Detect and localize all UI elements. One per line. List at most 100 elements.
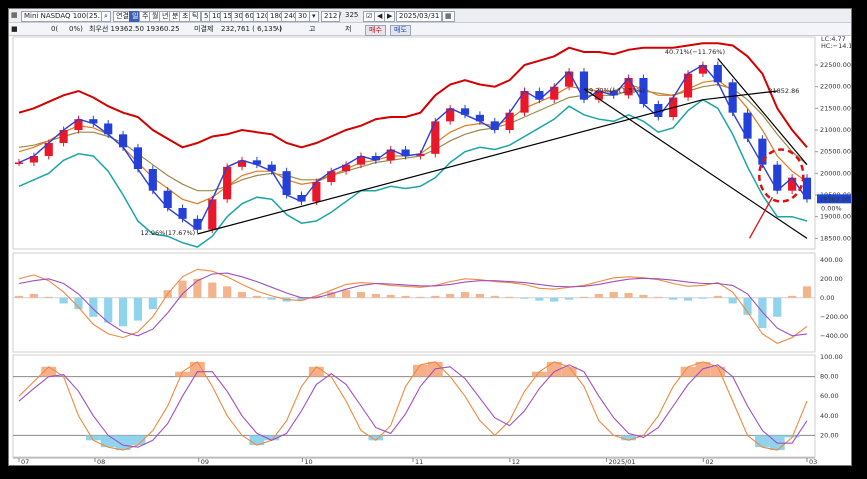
macd-histogram-bar xyxy=(639,294,648,298)
open-interest-label: 미결제 xyxy=(194,25,214,33)
x-tick-label: 2025/01 xyxy=(609,458,636,465)
price-panel: 22500.00 22000.00 21500.00 21000.00 20500.00… xyxy=(12,35,851,250)
macd-histogram-bar xyxy=(624,293,633,298)
macd-histogram-bar xyxy=(356,292,366,298)
macd-histogram-bar xyxy=(788,295,797,298)
macd-histogram-bar xyxy=(14,295,24,298)
macd-histogram-bar xyxy=(133,297,143,321)
count-field[interactable]: 212 xyxy=(321,11,341,22)
macd-histogram-bar xyxy=(89,297,98,317)
stoch-oversold-fill xyxy=(754,435,770,448)
macd-histogram-bar xyxy=(683,297,693,301)
low-label: 저 xyxy=(345,25,352,33)
legend-hc: HC:−14.18 xyxy=(821,42,851,50)
macd-histogram-bar xyxy=(416,296,425,298)
macd-histogram-bar xyxy=(728,297,737,304)
annotation-low: 12.96%(17.67%) xyxy=(141,229,196,237)
macd-histogram-bar xyxy=(713,295,722,298)
macd-histogram-bar xyxy=(758,297,767,329)
macd-histogram-bar xyxy=(252,295,261,298)
stoch-overbought-fill xyxy=(561,366,577,377)
x-tick-label: 07 xyxy=(21,458,29,465)
price-tick-label: 21000.00 xyxy=(820,126,851,134)
macd-tick-label: 200.00 xyxy=(820,275,843,283)
date-field[interactable]: 2025/03/31 xyxy=(396,11,443,22)
change-percent: 0%) xyxy=(69,25,83,33)
macd-tick-label: −400.00 xyxy=(820,332,848,340)
macd-histogram-bar xyxy=(29,293,38,298)
macd-histogram-bar xyxy=(475,293,484,298)
macd-histogram-bar xyxy=(520,297,529,299)
price-tick-label: 22500.00 xyxy=(820,61,851,69)
annotation-high: 40.71%(−11.76%) xyxy=(665,48,725,56)
x-tick-label: 08 xyxy=(97,458,105,465)
stoch-tick-label: 20.00 xyxy=(820,431,839,439)
macd-histogram-bar xyxy=(371,293,380,298)
search-icon[interactable]: ⌕ xyxy=(101,11,111,22)
macd-panel: 400.00 200.00 0.00 −200.00 −400.00 xyxy=(12,252,848,353)
price-tick-label: 20500.00 xyxy=(820,148,851,156)
x-tick-label: 11 xyxy=(415,458,423,465)
macd-histogram-bar xyxy=(178,280,187,298)
x-tick-label: 02 xyxy=(705,458,713,465)
change-value: 0( xyxy=(51,25,59,33)
interval-custom[interactable]: 30 xyxy=(295,11,310,22)
macd-tick-label: 0.00 xyxy=(820,294,834,302)
macd-histogram-bar xyxy=(446,293,455,298)
next-icon[interactable]: ▶ xyxy=(384,11,396,22)
macd-histogram-bar xyxy=(460,292,470,298)
candle-body xyxy=(14,162,24,164)
screen: ▦ Mini NASDAQ 100(25. ⌕ 연결 일 주 월 년 분 초 틱… xyxy=(0,0,867,479)
macd-histogram-bar xyxy=(223,286,232,298)
macd-histogram-bar xyxy=(773,297,782,317)
macd-histogram-bar xyxy=(698,297,708,299)
price-tick-label: 19000.00 xyxy=(820,213,851,221)
calendar-icon[interactable]: ▦ xyxy=(442,11,455,22)
price-tick-label: 18500.00 xyxy=(820,234,851,242)
macd-histogram-bar xyxy=(550,297,559,302)
macd-histogram-bar xyxy=(669,297,678,300)
macd-tick-label: −200.00 xyxy=(820,313,848,321)
toolbar-top: ▦ Mini NASDAQ 100(25. ⌕ 연결 일 주 월 년 분 초 틱… xyxy=(9,9,851,23)
macd-histogram-bar xyxy=(565,297,574,300)
macd-histogram-bar xyxy=(386,294,395,298)
macd-histogram-bar xyxy=(609,292,618,298)
macd-histogram-bar xyxy=(342,290,351,298)
stoch-overbought-fill xyxy=(680,366,696,377)
macd-histogram-bar xyxy=(208,282,217,298)
macd-histogram-bar xyxy=(579,296,589,298)
macd-histogram-bar xyxy=(118,297,128,327)
macd-histogram-bar xyxy=(654,296,663,298)
last-change-label: 0.00% xyxy=(821,204,842,212)
macd-histogram-bar xyxy=(490,295,499,298)
x-axis: 07 08 09 10 11 12 2025/01 02 03 xyxy=(13,457,817,465)
last-price-label: 19362.00 xyxy=(819,195,850,203)
stoch-overbought-fill xyxy=(413,364,428,377)
best-prices: 최우선 19362.50 19360.25 xyxy=(89,25,180,33)
stoch-oversold-fill xyxy=(621,435,637,441)
tab-tick[interactable]: 틱 xyxy=(189,11,202,22)
macd-histogram-bar xyxy=(535,297,544,301)
count-separator: / xyxy=(339,11,342,19)
stoch-overbought-fill xyxy=(189,361,205,377)
annotation-mid: 39.20%(−11.35%) xyxy=(585,86,645,94)
chart-area: 22500.00 22000.00 21500.00 21000.00 20500.00… xyxy=(12,35,851,465)
open-label: 시 xyxy=(275,25,282,33)
price-tick-label: 20000.00 xyxy=(820,169,851,177)
macd-histogram-bar xyxy=(505,296,514,298)
macd-histogram-bar xyxy=(104,297,113,323)
symbol-field[interactable]: Mini NASDAQ 100(25. xyxy=(21,11,103,22)
macd-histogram-bar xyxy=(594,293,603,298)
macd-histogram-bar xyxy=(44,296,53,298)
stochastic-panel: 100.00 80.00 60.00 40.00 20.00 xyxy=(12,353,843,458)
macd-histogram-bar xyxy=(802,286,812,298)
price-tick-label: 21500.00 xyxy=(820,104,851,112)
price-tick-label: 22000.00 xyxy=(820,83,851,91)
macd-tick-label: 400.00 xyxy=(820,256,843,264)
chevron-down-icon[interactable]: ▾ xyxy=(309,11,319,22)
high-label: 고 xyxy=(309,25,316,33)
stoch-tick-label: 60.00 xyxy=(820,392,839,400)
open-interest-value: 232,761 ( 6,135 ) xyxy=(221,25,283,33)
stoch-tick-label: 80.00 xyxy=(820,373,839,381)
stoch-tick-label: 40.00 xyxy=(820,412,839,420)
